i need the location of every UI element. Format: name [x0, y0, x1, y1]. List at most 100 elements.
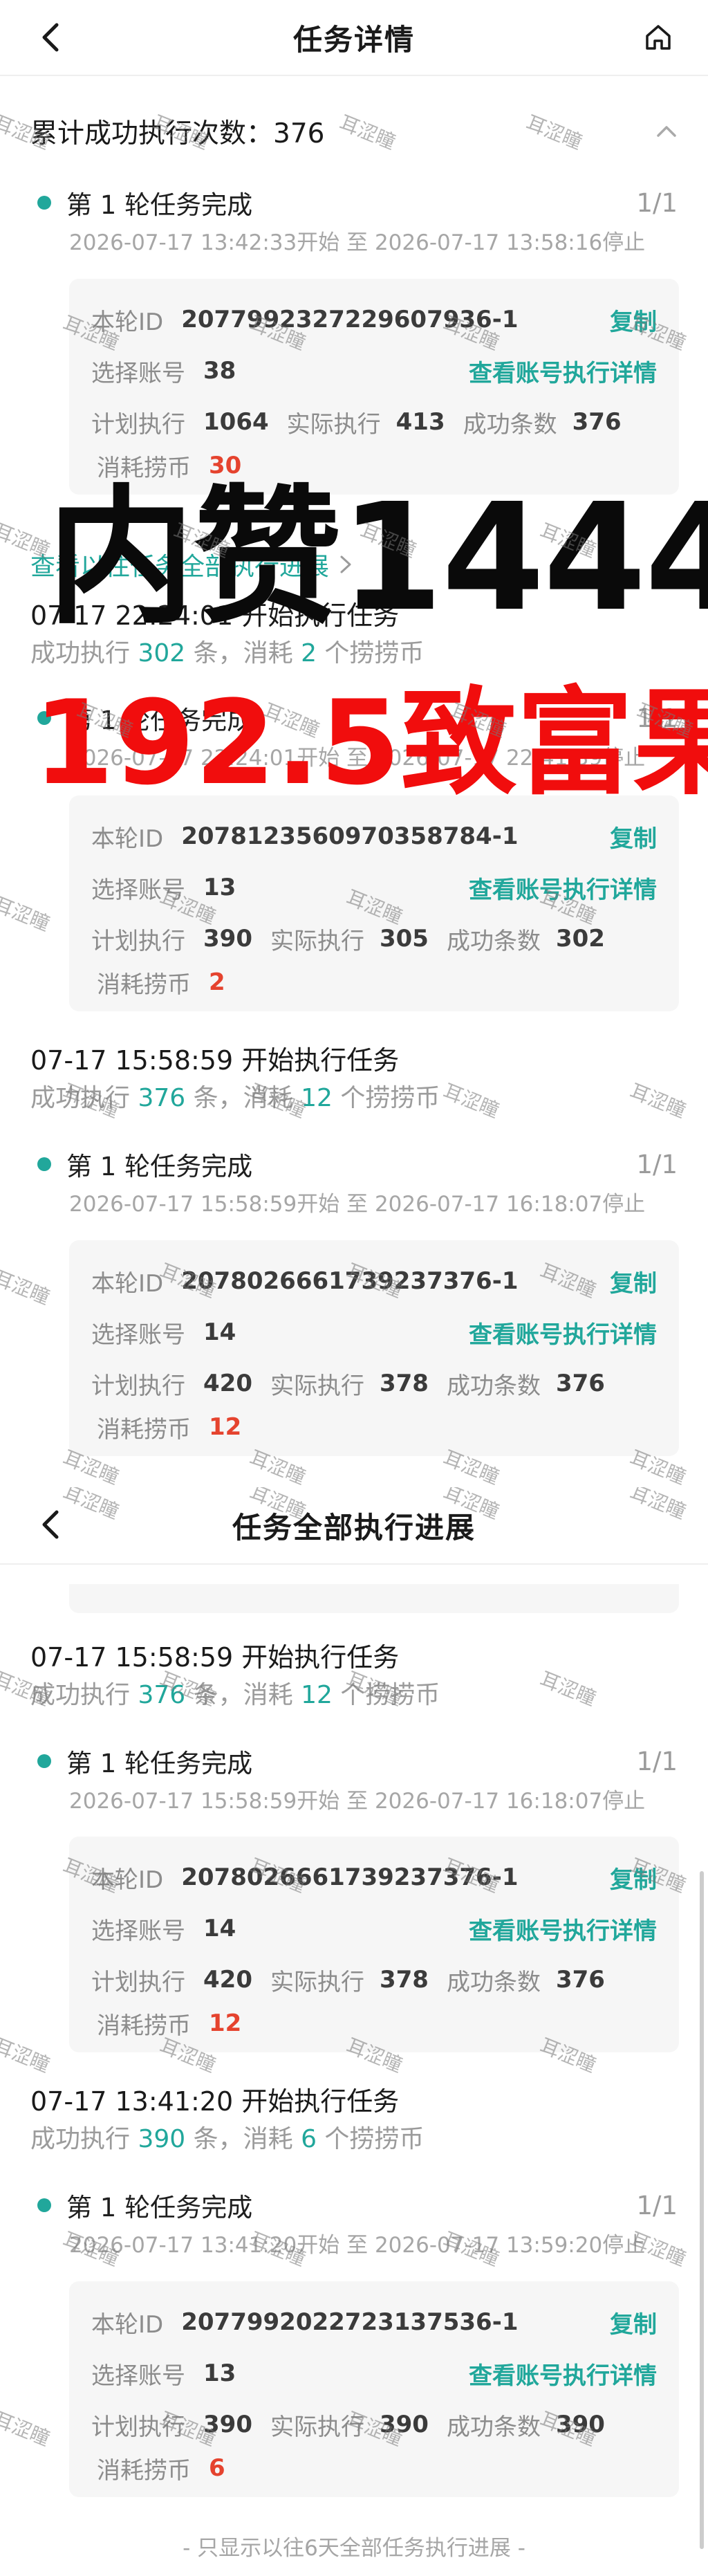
task-summary: 成功执行 376 条，消耗 12 个捞捞币 [30, 1080, 680, 1117]
task-detail-screen: 任务详情 累计成功执行次数：376 第 1 轮任务完成 1/1 2026-07-… [0, 0, 708, 1487]
round-count: 1/1 [636, 187, 678, 218]
account-label: 选择账号 [91, 359, 185, 387]
view-account-detail-link[interactable]: 查看账号执行详情 [469, 1316, 657, 1350]
watermark-text: 耳涩瞳 [0, 1266, 53, 1309]
coin-value: 12 [209, 2009, 242, 2037]
status-dot-icon [37, 1754, 51, 1768]
round-count: 1/1 [636, 1149, 678, 1179]
task-entry: 07-17 15:58:59 开始执行任务 成功执行 376 条，消耗 12 个… [30, 1638, 680, 1714]
coin-count: 12 [301, 1681, 333, 1709]
round-item: 第 1 轮任务完成 1/1 2026-07-17 13:42:33开始 至 20… [35, 183, 678, 258]
coin-count: 6 [301, 2125, 317, 2153]
account-label: 选择账号 [91, 876, 185, 904]
summary-prefix: 成功执行 [30, 2125, 138, 2153]
status-dot-icon [37, 1157, 51, 1171]
round-id-label: 本轮ID [91, 308, 164, 336]
plan-label: 计划执行 [91, 1372, 185, 1400]
copy-button[interactable]: 复制 [610, 820, 657, 854]
actual-label: 实际执行 [270, 927, 364, 955]
history-range-note: - 只显示以往6天全部任务执行进展 - [183, 2536, 525, 2561]
success-label: 成功条数 [446, 2413, 541, 2441]
round-title: 第 1 轮任务完成 [66, 190, 253, 220]
round-time-range: 2026-07-17 13:41:20开始 至 2026-07-17 13:59… [69, 2233, 646, 2258]
plan-label: 计划执行 [91, 2413, 185, 2441]
account-label: 选择账号 [91, 1321, 185, 1349]
plan-value: 420 [203, 1370, 252, 1397]
actual-label: 实际执行 [270, 1968, 364, 1996]
actual-label: 实际执行 [270, 1372, 364, 1400]
actual-value: 413 [395, 408, 445, 436]
cumulative-success-summary[interactable]: 累计成功执行次数：376 [30, 111, 680, 152]
plan-value: 390 [203, 2411, 252, 2438]
round-id-value: 2078026661739237376-1 [181, 1864, 519, 1891]
plan-value: 420 [203, 1966, 252, 1994]
all-tasks-progress-screen: 任务全部执行进展 07-17 15:58:59 开始执行任务 成功执行 376 … [0, 1487, 708, 2576]
overlay-caption-secondary: 192.5致富果 [33, 675, 708, 811]
task-start-title: 07-17 13:41:20 开始执行任务 [30, 2086, 400, 2117]
copy-button[interactable]: 复制 [610, 2306, 657, 2339]
round-detail-card: 本轮ID 2078123560970358784-1 复制 选择账号 13 查看… [69, 795, 679, 1011]
round-id-label: 本轮ID [91, 1269, 164, 1298]
account-value: 38 [203, 357, 236, 385]
chevron-left-icon [42, 23, 59, 52]
account-value: 13 [203, 874, 236, 901]
success-label: 成功条数 [446, 1372, 541, 1400]
copy-button[interactable]: 复制 [610, 1861, 657, 1895]
view-account-detail-link[interactable]: 查看账号执行详情 [469, 871, 657, 905]
previous-card-edge [69, 1584, 679, 1613]
watermark-text: 耳涩瞳 [0, 2407, 53, 2451]
coin-label: 消耗捞币 [97, 2456, 191, 2485]
coin-value: 6 [209, 2454, 225, 2482]
back-button[interactable] [32, 18, 71, 57]
actual-value: 390 [379, 2411, 429, 2438]
actual-label: 实际执行 [286, 410, 381, 439]
summary-label: 累计成功执行次数：376 [30, 118, 325, 149]
summary-mid: 条，消耗 [185, 1681, 301, 1709]
account-value: 14 [203, 1318, 236, 1346]
plan-value: 1064 [203, 408, 269, 436]
round-id-value: 2077992327229607936-1 [181, 306, 519, 333]
summary-suffix: 个捞捞币 [332, 1084, 440, 1112]
status-dot-icon [37, 2198, 51, 2212]
success-label: 成功条数 [446, 927, 541, 955]
page-title: 任务详情 [292, 22, 415, 57]
task-summary: 成功执行 390 条，消耗 6 个捞捞币 [30, 2121, 680, 2158]
summary-mid: 条，消耗 [185, 2125, 301, 2153]
copy-button[interactable]: 复制 [610, 303, 657, 337]
home-button[interactable] [639, 18, 678, 57]
top-nav-bar: 任务详情 [0, 0, 708, 76]
task-start-title: 07-17 15:58:59 开始执行任务 [30, 1642, 400, 1673]
chevron-up-icon[interactable] [653, 118, 680, 145]
plan-value: 390 [203, 925, 252, 953]
summary-prefix: 成功执行 [30, 1084, 138, 1112]
coin-label: 消耗捞币 [97, 970, 191, 999]
coin-label: 消耗捞币 [97, 2012, 191, 2040]
round-title: 第 1 轮任务完成 [66, 1749, 253, 1778]
round-id-value: 2077992022723137536-1 [181, 2308, 519, 2336]
coin-value: 12 [209, 1413, 242, 1441]
scrollbar[interactable] [700, 1871, 704, 2549]
success-value: 376 [555, 1370, 605, 1397]
actual-value: 378 [379, 1370, 429, 1397]
view-account-detail-link[interactable]: 查看账号执行详情 [469, 2357, 657, 2391]
account-value: 13 [203, 2359, 236, 2387]
task-summary: 成功执行 376 条，消耗 12 个捞捞币 [30, 1677, 680, 1714]
account-label: 选择账号 [91, 1917, 185, 1945]
round-item: 第 1 轮任务完成 1/1 2026-07-17 15:58:59开始 至 20… [35, 1145, 678, 1220]
plan-label: 计划执行 [91, 1968, 185, 1996]
view-account-detail-link[interactable]: 查看账号执行详情 [469, 1912, 657, 1946]
copy-button[interactable]: 复制 [610, 1264, 657, 1298]
round-time-range: 2026-07-17 13:42:33开始 至 2026-07-17 13:58… [69, 230, 646, 255]
account-label: 选择账号 [91, 2362, 185, 2390]
watermark-text: 耳涩瞳 [0, 892, 53, 936]
round-item: 第 1 轮任务完成 1/1 2026-07-17 15:58:59开始 至 20… [35, 1742, 678, 1816]
view-account-detail-link[interactable]: 查看账号执行详情 [469, 354, 657, 388]
actual-value: 305 [379, 925, 429, 953]
overlay-caption-primary: 内赞1444 [47, 472, 708, 644]
summary-prefix: 成功执行 [30, 1681, 138, 1709]
back-button[interactable] [32, 1505, 71, 1544]
coin-label: 消耗捞币 [97, 1415, 191, 1444]
round-id-label: 本轮ID [91, 2310, 164, 2339]
plan-label: 计划执行 [91, 410, 185, 439]
chevron-left-icon [42, 1510, 59, 1539]
